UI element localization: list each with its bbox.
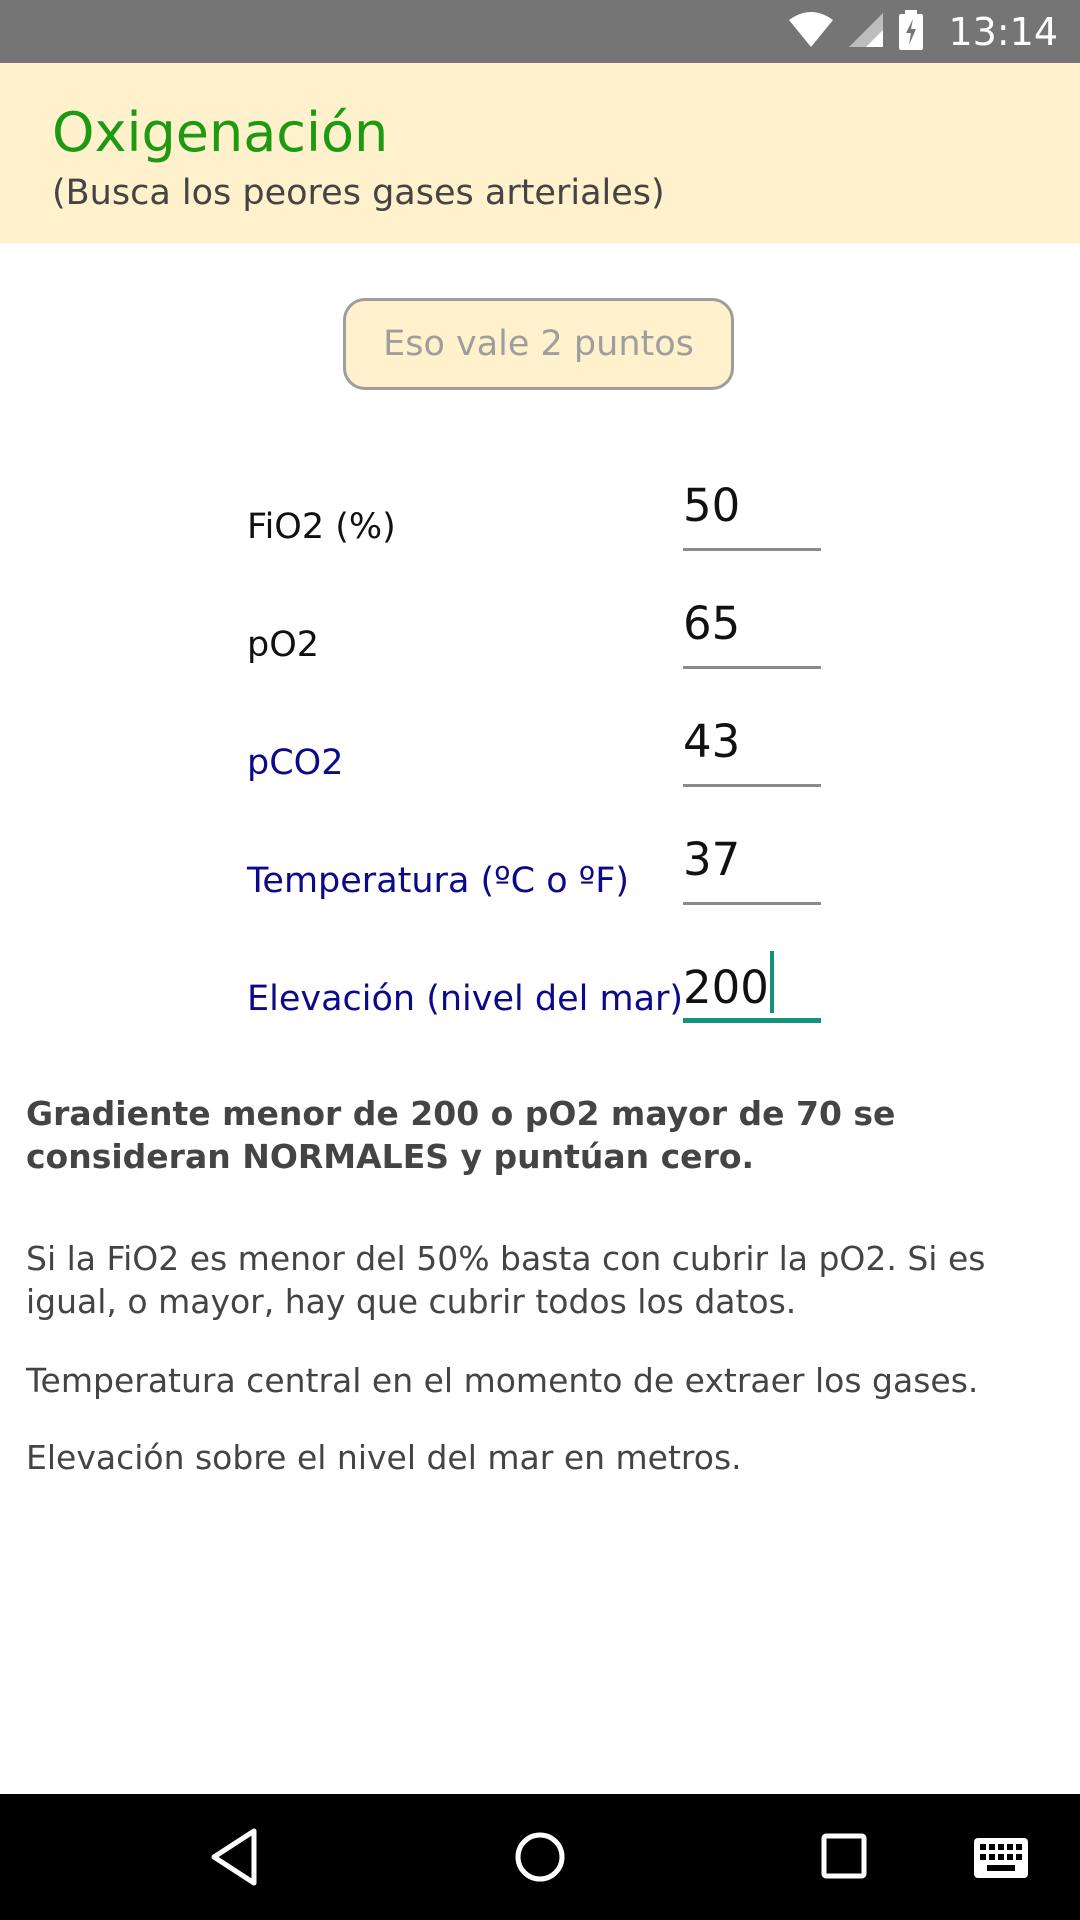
elevation-input[interactable]: 200 <box>683 941 821 1023</box>
po2-input[interactable]: 65 <box>683 587 821 669</box>
battery-icon <box>898 9 924 54</box>
fio2-note: Si la FiO2 es menor del 50% basta con cu… <box>26 1239 986 1321</box>
status-bar: 13:14 <box>0 0 1080 63</box>
page-title: Oxigenación <box>52 101 389 164</box>
home-icon[interactable] <box>514 1827 566 1891</box>
temperature-label: Temperatura (ºC o ºF) <box>247 861 630 901</box>
score-button[interactable]: Eso vale 2 puntos <box>343 298 734 390</box>
field-row-elevation: Elevación (nivel del mar) 200 <box>0 941 1080 1041</box>
field-row-temperature: Temperatura (ºC o ºF) 37 <box>0 823 1080 923</box>
navigation-bar <box>0 1794 1080 1920</box>
elevation-label: Elevación (nivel del mar) <box>247 979 684 1019</box>
text-caret <box>769 951 774 1013</box>
fio2-input[interactable]: 50 <box>683 469 821 551</box>
fio2-label: FiO2 (%) <box>247 507 396 547</box>
recents-icon[interactable] <box>821 1827 867 1891</box>
temperature-note: Temperatura central en el momento de ext… <box>26 1361 979 1400</box>
normal-values-note: Gradiente menor de 200 o pO2 mayor de 70… <box>26 1094 896 1176</box>
header: Oxigenación (Busca los peores gases arte… <box>0 63 1080 243</box>
pco2-input[interactable]: 43 <box>683 705 821 787</box>
elevation-note: Elevación sobre el nivel del mar en metr… <box>26 1438 742 1477</box>
field-row-po2: pO2 65 <box>0 587 1080 687</box>
temperature-input[interactable]: 37 <box>683 823 821 905</box>
page-subtitle: (Busca los peores gases arteriales) <box>52 173 665 213</box>
status-time: 13:14 <box>948 9 1058 54</box>
elevation-value: 200 <box>683 961 769 1014</box>
back-icon[interactable] <box>210 1827 258 1891</box>
status-icons: 13:14 <box>788 0 1058 63</box>
keyboard-icon[interactable] <box>973 1837 1029 1883</box>
signal-icon <box>848 12 884 52</box>
field-row-pco2: pCO2 43 <box>0 705 1080 805</box>
po2-label: pO2 <box>247 625 320 665</box>
field-row-fio2: FiO2 (%) 50 <box>0 469 1080 569</box>
pco2-label: pCO2 <box>247 743 344 783</box>
wifi-icon <box>788 11 834 52</box>
